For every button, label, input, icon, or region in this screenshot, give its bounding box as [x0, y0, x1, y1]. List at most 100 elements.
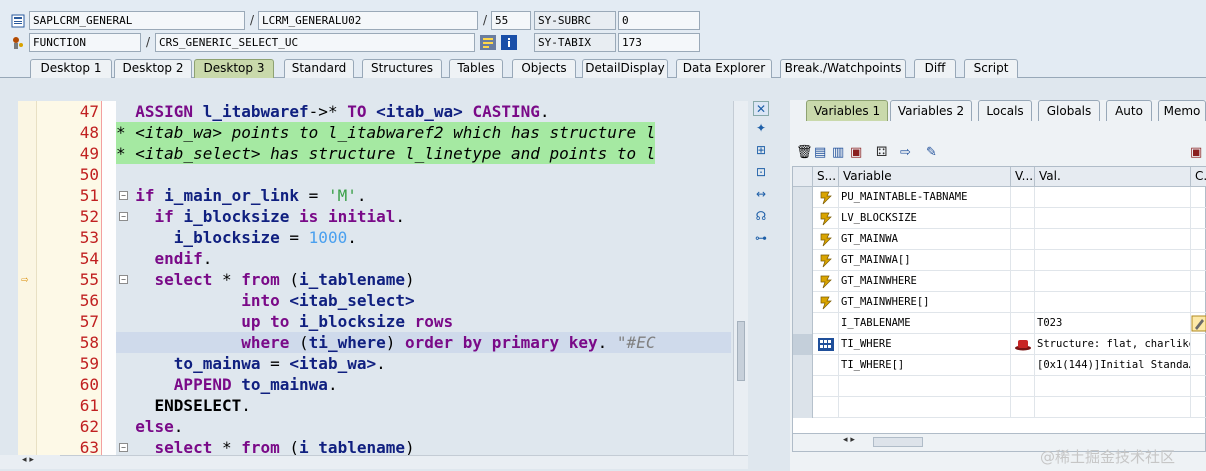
variable-name: TI_WHERE — [839, 334, 1011, 355]
tab-desktop-1[interactable]: Desktop 1 — [30, 59, 112, 78]
table-icon[interactable]: ▤ — [814, 145, 826, 160]
pencil-icon[interactable] — [1191, 313, 1206, 334]
subrc-field[interactable]: 0 — [618, 11, 700, 30]
tab-script[interactable]: Script — [964, 59, 1018, 78]
type-field[interactable]: FUNCTION — [29, 33, 141, 52]
table-copy-icon[interactable]: ▥ — [832, 145, 844, 160]
scroll-thumb[interactable] — [737, 321, 745, 381]
row-selector[interactable] — [793, 187, 813, 208]
code-line: 53 i_blocksize = 1000. — [18, 227, 731, 248]
tab-breakpoints[interactable]: Break./Watchpoints — [780, 59, 906, 78]
tab-standard[interactable]: Standard — [284, 59, 354, 78]
scroll-left-area[interactable]: ◂ ▸ — [0, 455, 60, 469]
delete-icon[interactable]: 🗑 — [796, 145, 813, 160]
tabix-field[interactable]: 173 — [618, 33, 700, 52]
save-table-icon[interactable]: ▣ — [850, 145, 862, 160]
hierarchy-icon[interactable]: ⊶ — [753, 231, 769, 246]
table-row[interactable]: I_TABLENAME T023 — [793, 313, 1206, 334]
change-cell[interactable] — [1191, 313, 1206, 334]
c-col-header[interactable]: C... — [1191, 167, 1206, 187]
tab-tables[interactable]: Tables — [449, 59, 503, 78]
line-number: 61 — [79, 396, 99, 415]
change-cell — [1191, 229, 1206, 250]
row-selector[interactable] — [793, 208, 813, 229]
code-line: 58 where (ti_where) order by primary key… — [18, 332, 731, 353]
move-icon[interactable]: ⇨ — [900, 145, 911, 160]
new-icon[interactable]: ✦ — [753, 121, 769, 136]
table-row[interactable]: GT_MAINWHERE — [793, 271, 1206, 292]
code-text: i_blocksize = 1000. — [173, 228, 357, 247]
row-selector[interactable] — [793, 313, 813, 334]
row-selector[interactable] — [793, 376, 813, 397]
grid-scroll-thumb[interactable] — [873, 437, 923, 447]
display-source-icon[interactable] — [480, 35, 496, 53]
edit-icon[interactable]: ✎ — [926, 145, 937, 160]
value-col-header[interactable]: Val. — [1035, 167, 1191, 187]
tab-variables-2[interactable]: Variables 2 — [890, 100, 972, 121]
function-name-field[interactable]: CRS_GENERIC_SELECT_UC — [155, 33, 475, 52]
tab-diff[interactable]: Diff — [914, 59, 956, 78]
code-text: where (ti_where) order by primary key. "… — [116, 332, 731, 353]
row-selector[interactable] — [793, 250, 813, 271]
tab-data-explorer[interactable]: Data Explorer — [676, 59, 772, 78]
code-text: * <itab_select> has structure l_linetype… — [116, 143, 656, 164]
tab-desktop-2[interactable]: Desktop 2 — [114, 59, 192, 78]
table-row[interactable]: PU_MAINTABLE-TABNAME — [793, 187, 1206, 208]
row-selector[interactable] — [793, 397, 813, 418]
row-selector[interactable] — [793, 229, 813, 250]
current-line-arrow-icon: ⇨ — [21, 272, 29, 286]
program-field[interactable]: SAPLCRM_GENERAL — [29, 11, 245, 30]
code-line: 61 ENDSELECT. — [18, 395, 731, 416]
tab-auto[interactable]: Auto — [1106, 100, 1152, 121]
tab-structures[interactable]: Structures — [362, 59, 442, 78]
variable-col-header[interactable]: Variable — [839, 167, 1011, 187]
table-row[interactable]: LV_BLOCKSIZE — [793, 208, 1206, 229]
maximize-icon[interactable]: ⊡ — [753, 165, 769, 180]
v-col-header[interactable]: V... — [1011, 167, 1035, 187]
variable-value — [1035, 292, 1191, 313]
layout-icon[interactable]: ⊞ — [753, 143, 769, 158]
structure-icon[interactable]: ⚃ — [876, 145, 887, 160]
line-number: 53 — [79, 228, 99, 247]
tab-desktop-3[interactable]: Desktop 3 — [194, 59, 274, 78]
table-row[interactable]: GT_MAINWHERE[] — [793, 292, 1206, 313]
tab-detaildisplay[interactable]: DetailDisplay — [582, 59, 668, 78]
status-col-header[interactable]: S... — [813, 167, 839, 187]
tab-memo[interactable]: Memo — [1158, 100, 1206, 121]
variable-name — [839, 376, 1011, 397]
row-selector[interactable] — [793, 271, 813, 292]
current-code-line: ⇨ 55 − select * from (i_tablename) — [18, 269, 731, 290]
tab-objects[interactable]: Objects — [512, 59, 576, 78]
status-cell — [813, 271, 839, 292]
tab-locals[interactable]: Locals — [978, 100, 1032, 121]
code-editor[interactable]: 47 ASSIGN l_itabwaref->* TO <itab_wa> CA… — [18, 101, 731, 455]
code-line: 59 to_mainwa = <itab_wa>. — [18, 353, 731, 374]
editor-vertical-scrollbar[interactable] — [733, 101, 748, 455]
row-selector[interactable] — [793, 355, 813, 376]
variable-type-cell — [1011, 376, 1035, 397]
code-line: 60 APPEND to_mainwa. — [18, 374, 731, 395]
table-row[interactable] — [793, 376, 1206, 397]
row-selector[interactable] — [793, 292, 813, 313]
editor-horizontal-scrollbar[interactable] — [18, 455, 748, 469]
export-icon[interactable]: ▣ — [1190, 145, 1202, 160]
table-row[interactable]: TI_WHERE[] [0x1(144)]Initial Standa… — [793, 355, 1206, 376]
breakpoint-icon[interactable]: ☊ — [753, 209, 769, 224]
change-cell — [1191, 250, 1206, 271]
table-row[interactable]: TI_WHERE Structure: flat, charlike — [793, 334, 1206, 355]
info-icon[interactable] — [501, 35, 517, 53]
include-field[interactable]: LCRM_GENERALU02 — [258, 11, 478, 30]
table-row[interactable] — [793, 397, 1206, 418]
grid-scroll-arrows-icon[interactable]: ◂ ▸ — [843, 435, 855, 445]
scroll-left-icon[interactable]: ◂ ▸ — [22, 455, 34, 465]
tab-variables-1[interactable]: Variables 1 — [806, 100, 888, 121]
line-number: 63 — [79, 438, 99, 455]
line-field[interactable]: 55 — [491, 11, 531, 30]
table-row[interactable]: GT_MAINWA — [793, 229, 1206, 250]
row-selector[interactable] — [793, 334, 813, 355]
variable-type-cell — [1011, 397, 1035, 418]
close-icon[interactable]: ✕ — [753, 101, 769, 116]
tab-globals[interactable]: Globals — [1038, 100, 1100, 121]
table-row[interactable]: GT_MAINWA[] — [793, 250, 1206, 271]
resize-icon[interactable]: ↔ — [753, 187, 769, 202]
